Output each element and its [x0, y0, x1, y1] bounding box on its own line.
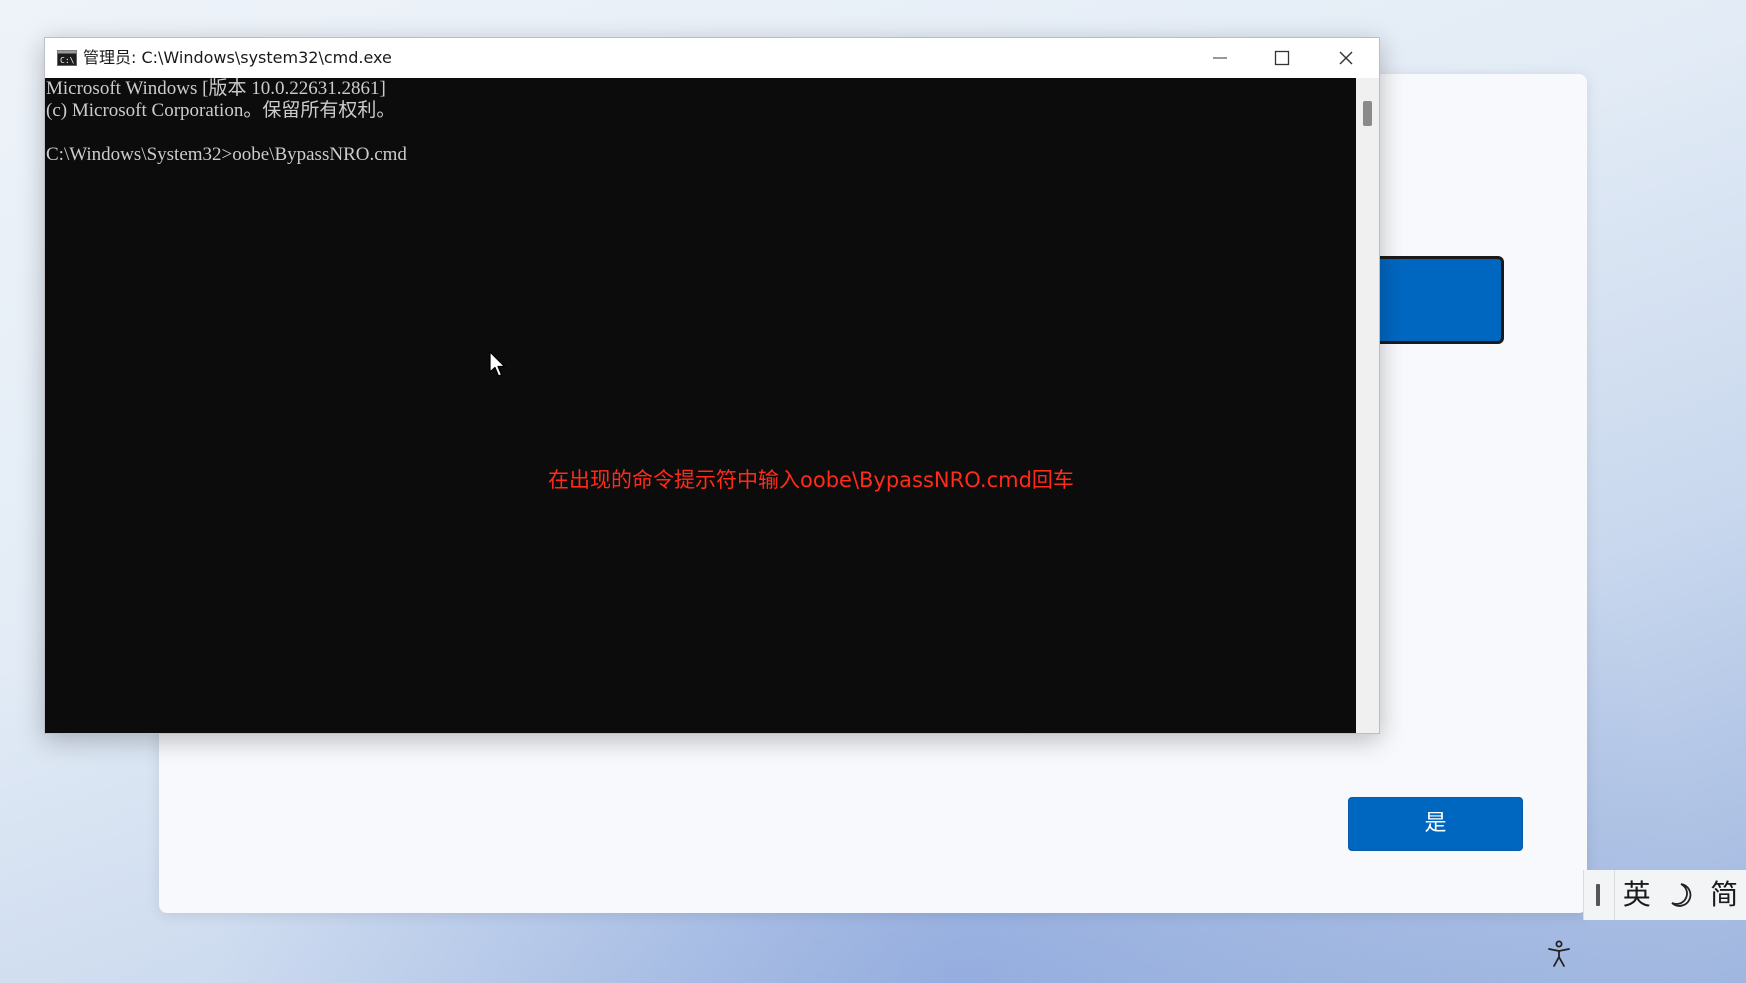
console-scrollbar[interactable]: [1356, 78, 1379, 733]
instruction-annotation: 在出现的命令提示符中输入oobe\BypassNRO.cmd回车: [548, 468, 1074, 492]
yes-button[interactable]: 是: [1348, 797, 1523, 851]
console-line: Microsoft Windows [版本 10.0.22631.2861]: [46, 78, 386, 99]
console-prompt-line: C:\Windows\System32>oobe\BypassNRO.cmd: [46, 144, 407, 165]
close-icon: [1339, 51, 1353, 65]
mouse-pointer-icon: [489, 351, 506, 377]
minimize-button[interactable]: [1189, 38, 1251, 78]
moon-icon: [1671, 883, 1692, 907]
maximize-icon: [1274, 50, 1290, 66]
ime-drag-handle[interactable]: [1596, 884, 1600, 906]
svg-text:C:\: C:\: [60, 56, 75, 65]
cmd-window: C:\ 管理员: C:\Windows\system32\cmd.exe Mic…: [44, 37, 1380, 734]
ime-input-mode-toggle[interactable]: 英: [1615, 870, 1659, 920]
close-button[interactable]: [1315, 38, 1377, 78]
cmd-window-title: 管理员: C:\Windows\system32\cmd.exe: [83, 48, 392, 67]
console-output[interactable]: Microsoft Windows [版本 10.0.22631.2861] (…: [45, 78, 1356, 733]
cmd-titlebar[interactable]: C:\ 管理员: C:\Windows\system32\cmd.exe: [45, 38, 1379, 78]
accessibility-icon[interactable]: [1546, 940, 1572, 968]
cmd-app-icon: C:\: [57, 50, 77, 66]
console-line: (c) Microsoft Corporation。保留所有权利。: [46, 100, 396, 121]
ime-toolbar: 英 简: [1583, 870, 1746, 920]
ime-script-toggle[interactable]: 简: [1702, 870, 1746, 920]
maximize-button[interactable]: [1251, 38, 1313, 78]
console-scrollbar-thumb[interactable]: [1363, 101, 1372, 126]
minimize-icon: [1213, 57, 1227, 59]
ime-punctuation-toggle[interactable]: [1659, 870, 1703, 920]
